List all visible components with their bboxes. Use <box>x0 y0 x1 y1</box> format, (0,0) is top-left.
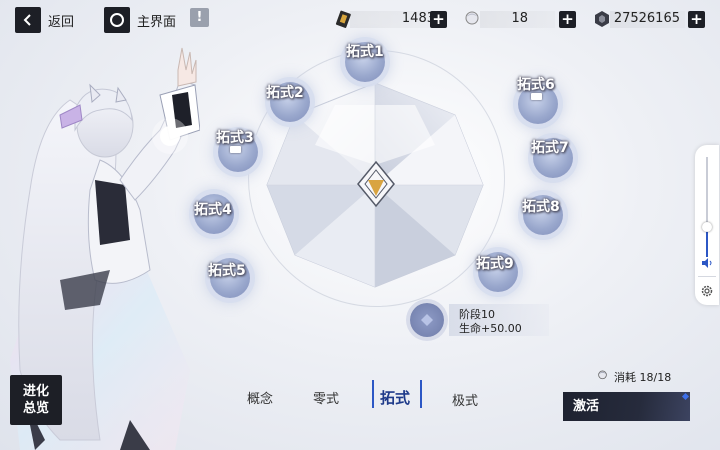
character-head-icon <box>598 370 607 380</box>
node-label: 拓式1 <box>346 44 384 60</box>
evolution-overview-button[interactable]: 进化 总览 <box>10 375 62 425</box>
activate-corner-marker <box>681 392 690 401</box>
stage-node[interactable] <box>410 303 444 337</box>
cost-label: 消耗 18/18 <box>614 371 672 384</box>
overview-label-line1: 进化 <box>22 384 49 399</box>
node-badge-icon <box>531 93 542 100</box>
tab-zero[interactable]: 零式 <box>313 388 339 407</box>
resource-value-coins: 27526165 <box>613 11 680 26</box>
node-label: 拓式3 <box>216 130 254 146</box>
speaker-icon[interactable] <box>701 257 713 269</box>
add-coins-button[interactable]: + <box>688 11 705 28</box>
diamond-icon <box>421 314 433 326</box>
tab-expansion[interactable]: 拓式 <box>380 387 410 408</box>
stage-bonus: 生命+50.00 <box>459 322 522 335</box>
resource-value-tickets: 1483 <box>401 11 435 26</box>
node-label: 拓式2 <box>266 85 304 101</box>
node-label: 拓式9 <box>476 256 514 272</box>
tab-extreme[interactable]: 极式 <box>452 390 478 409</box>
ticket-icon <box>335 10 351 28</box>
node-label: 拓式6 <box>517 77 555 93</box>
chevron-left-icon <box>23 14 31 26</box>
top-bar: 返回 主界面 ! 1483 + 18 + 27526165 + <box>0 0 720 40</box>
coin-icon <box>595 11 609 27</box>
back-label[interactable]: 返回 <box>48 11 74 30</box>
node-badge-icon <box>230 146 241 153</box>
emblem-icon <box>357 160 395 208</box>
activate-label: 激活 <box>573 399 600 414</box>
home-circle-icon <box>110 13 124 27</box>
stage-panel: 阶段10 生命+50.00 <box>405 300 555 340</box>
settings-icon[interactable] <box>700 284 714 298</box>
resource-value-characters: 18 <box>511 11 528 26</box>
back-button[interactable] <box>15 7 41 33</box>
add-tickets-button[interactable]: + <box>430 11 447 28</box>
info-icon[interactable]: ! <box>190 8 209 27</box>
side-divider <box>698 276 716 277</box>
activate-button[interactable]: 激活 <box>563 392 690 421</box>
node-label: 拓式8 <box>522 199 560 215</box>
side-panel <box>695 145 719 305</box>
home-label[interactable]: 主界面 <box>137 11 176 30</box>
node-label: 拓式7 <box>531 140 569 156</box>
overview-label-line2: 总览 <box>22 401 49 416</box>
node-label: 拓式5 <box>208 263 246 279</box>
add-characters-button[interactable]: + <box>559 11 576 28</box>
volume-slider-thumb[interactable] <box>702 222 712 232</box>
home-button[interactable] <box>104 7 130 33</box>
node-label: 拓式4 <box>194 202 232 218</box>
tab-concept[interactable]: 概念 <box>247 388 273 407</box>
